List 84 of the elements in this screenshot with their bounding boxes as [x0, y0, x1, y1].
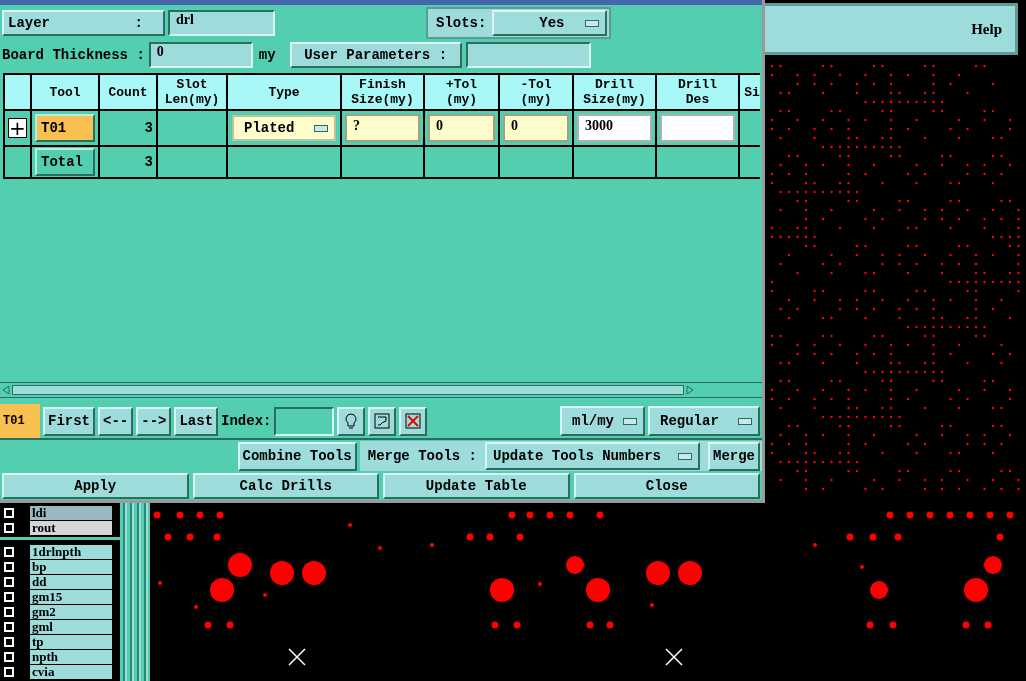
column-header: Count	[108, 84, 148, 100]
units-dropdown[interactable]: ml/my	[560, 406, 645, 436]
table-cell	[740, 111, 760, 145]
column-header: Drill Des	[678, 77, 717, 107]
column-header: Tool	[49, 84, 81, 100]
merge-tools-label: Merge Tools :	[367, 448, 477, 464]
nav-button[interactable]: <--	[98, 406, 134, 436]
action-button[interactable]: Close	[573, 473, 760, 499]
column-header: Drill Size(my)	[583, 77, 646, 107]
total-button[interactable]: Total	[35, 148, 95, 176]
nav-button[interactable]: -->	[136, 406, 172, 436]
action-button[interactable]: Apply	[2, 473, 189, 499]
layer-item[interactable]: gm2	[30, 604, 112, 619]
table-cell	[158, 147, 226, 177]
column-header: Slot Len(my)	[164, 77, 220, 107]
column-header: -Tol (my)	[520, 77, 552, 107]
combine-tools-button[interactable]: Combine Tools	[237, 441, 357, 471]
checkbox[interactable]	[4, 546, 14, 557]
column-header: Si	[744, 84, 760, 100]
action-button[interactable]: Calc Drills	[192, 473, 379, 499]
finish-size-field[interactable]: ?	[345, 114, 420, 142]
scroll-right-icon[interactable]	[684, 384, 696, 396]
layer-item[interactable]: cvia	[30, 664, 112, 679]
scroll-left-icon[interactable]	[0, 384, 12, 396]
action-button[interactable]: Update Table	[383, 473, 570, 499]
table-cell	[5, 147, 30, 177]
checkbox[interactable]	[4, 576, 14, 587]
mode-dropdown[interactable]: Regular	[648, 406, 760, 436]
checkbox[interactable]	[4, 621, 14, 632]
layer-field[interactable]: drl	[168, 10, 275, 36]
layer-item[interactable]: 1drlnpth	[30, 544, 112, 559]
checkbox[interactable]	[4, 666, 14, 677]
nav-button[interactable]: First	[43, 406, 95, 436]
layer-item[interactable]: gml	[30, 619, 112, 634]
merge-button[interactable]: Merge	[708, 441, 760, 471]
user-parameters-field[interactable]	[465, 42, 591, 68]
layer-item[interactable]: ldi	[30, 505, 112, 520]
drill-des-field[interactable]	[660, 114, 735, 142]
table-cell	[500, 147, 572, 177]
curve-icon[interactable]	[368, 406, 397, 436]
layer-item[interactable]: dd	[30, 574, 112, 589]
expand-button[interactable]: +	[8, 118, 27, 138]
column-header: +Tol (my)	[445, 77, 478, 107]
layer-item[interactable]: gm15	[30, 589, 112, 604]
unit-label: my	[258, 47, 276, 63]
layer-item[interactable]: bp	[30, 559, 112, 574]
bulb-icon[interactable]	[337, 406, 366, 436]
index-field[interactable]	[274, 406, 335, 436]
slots-dropdown[interactable]: Yes	[492, 10, 608, 36]
slots-label: Slots:	[436, 15, 487, 31]
tool-button[interactable]: T01	[35, 114, 95, 142]
checkbox[interactable]	[4, 606, 14, 617]
checkbox[interactable]	[4, 522, 14, 533]
plus-tol-field[interactable]: 0	[428, 114, 495, 142]
checkbox[interactable]	[4, 636, 14, 647]
user-parameters-button[interactable]: User Parameters :	[289, 42, 462, 68]
layer-label: Layer :	[2, 10, 165, 36]
merge-option-dropdown[interactable]: Update Tools Numbers	[485, 442, 700, 470]
checkbox[interactable]	[4, 651, 14, 662]
count-cell: 3	[144, 120, 153, 136]
checkbox[interactable]	[4, 591, 14, 602]
board-thickness-label: Board Thickness :	[2, 47, 145, 63]
layer-item[interactable]: tp	[30, 634, 112, 649]
column-header: Type	[268, 84, 300, 100]
layer-item[interactable]: rout	[30, 520, 112, 535]
current-tool-label: T01	[0, 404, 40, 438]
drill-size-field[interactable]: 3000	[577, 114, 652, 142]
layer-item[interactable]: npth	[30, 649, 112, 664]
checkbox[interactable]	[4, 561, 14, 572]
column-header: Finish Size(my)	[351, 77, 414, 107]
total-count-cell: 3	[144, 154, 153, 170]
thickness-field[interactable]: 0	[148, 42, 253, 68]
help-menu[interactable]: Help	[765, 3, 1018, 55]
checkbox[interactable]	[4, 507, 14, 518]
minus-tol-field[interactable]: 0	[503, 114, 569, 142]
type-dropdown[interactable]: Plated	[232, 115, 336, 141]
delete-icon[interactable]	[399, 406, 428, 436]
index-label: Index:	[221, 413, 272, 429]
nav-button[interactable]: Last	[174, 406, 219, 436]
splitter-handle[interactable]	[120, 503, 150, 681]
table-cell	[158, 111, 226, 145]
table-cell	[740, 147, 760, 177]
horizontal-scrollbar[interactable]	[0, 382, 762, 398]
table-cell	[5, 75, 30, 109]
